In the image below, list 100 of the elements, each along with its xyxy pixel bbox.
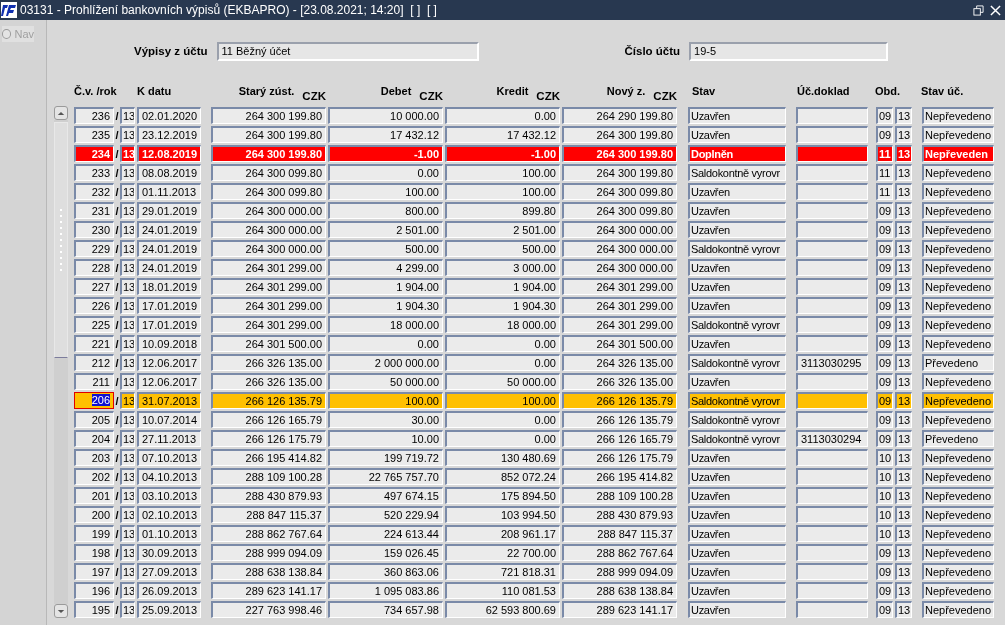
period-field[interactable]: 09 [876, 278, 893, 295]
credit-field[interactable]: 62 593 800.69 [445, 601, 560, 618]
date-field[interactable]: 27.09.2013 [137, 563, 201, 580]
date-field[interactable]: 07.10.2013 [137, 449, 201, 466]
debit-field[interactable]: 520 229.94 [328, 506, 443, 523]
year-field[interactable]: 13 [120, 544, 135, 561]
year-field[interactable]: 13 [120, 259, 135, 276]
posting-status-field[interactable]: Převedeno [922, 430, 994, 447]
year-field[interactable]: 13 [120, 373, 135, 390]
document-field[interactable] [796, 316, 868, 333]
period-field[interactable]: 09 [876, 392, 893, 409]
debit-field[interactable]: 30.00 [328, 411, 443, 428]
posting-status-field[interactable]: Převedeno [922, 354, 994, 371]
year-field[interactable]: 13 [120, 468, 135, 485]
old-balance-field[interactable]: 266 195 414.82 [211, 449, 326, 466]
document-field[interactable]: 3113030295 [796, 354, 868, 371]
status-field[interactable]: Uzavřen [688, 335, 786, 352]
record-number-field[interactable]: 200 [74, 506, 114, 523]
new-balance-field[interactable]: 264 300 099.80 [562, 183, 677, 200]
old-balance-field[interactable]: 288 430 879.93 [211, 487, 326, 504]
debit-field[interactable]: 2 000 000.00 [328, 354, 443, 371]
record-number-field[interactable]: 229 [74, 240, 114, 257]
credit-field[interactable]: 1 904.30 [445, 297, 560, 314]
document-field[interactable] [796, 126, 868, 143]
credit-field[interactable]: 17 432.12 [445, 126, 560, 143]
year-field[interactable]: 13 [120, 278, 135, 295]
year-field[interactable]: 13 [120, 354, 135, 371]
credit-field[interactable]: 100.00 [445, 164, 560, 181]
debit-field[interactable]: 1 904.30 [328, 297, 443, 314]
debit-field[interactable]: 734 657.98 [328, 601, 443, 618]
year-field[interactable]: 13 [120, 297, 135, 314]
scroll-up-button[interactable] [54, 106, 68, 120]
debit-field[interactable]: 360 863.06 [328, 563, 443, 580]
new-balance-field[interactable]: 266 126 175.79 [562, 449, 677, 466]
document-field[interactable] [796, 335, 868, 352]
period-field[interactable]: 09 [876, 563, 893, 580]
document-field[interactable] [796, 373, 868, 390]
document-field[interactable] [796, 449, 868, 466]
credit-field[interactable]: 100.00 [445, 183, 560, 200]
debit-field[interactable]: 50 000.00 [328, 373, 443, 390]
new-balance-field[interactable]: 264 290 199.80 [562, 107, 677, 124]
date-field[interactable]: 12.06.2017 [137, 373, 201, 390]
debit-field[interactable]: 224 613.44 [328, 525, 443, 542]
debit-field[interactable]: 100.00 [328, 183, 443, 200]
period-year-field[interactable]: 13 [895, 278, 912, 295]
date-field[interactable]: 30.09.2013 [137, 544, 201, 561]
date-field[interactable]: 27.11.2013 [137, 430, 201, 447]
new-balance-field[interactable]: 264 300 000.00 [562, 259, 677, 276]
document-field[interactable]: 3113030294 [796, 430, 868, 447]
new-balance-field[interactable]: 264 301 299.00 [562, 316, 677, 333]
debit-field[interactable]: 0.00 [328, 164, 443, 181]
record-number-field[interactable]: 226 [74, 297, 114, 314]
new-balance-field[interactable]: 289 623 141.17 [562, 601, 677, 618]
period-year-field[interactable]: 13 [895, 601, 912, 618]
period-year-field[interactable]: 13 [895, 335, 912, 352]
scroll-thumb[interactable] [54, 122, 68, 358]
old-balance-field[interactable]: 264 300 000.00 [211, 221, 326, 238]
period-field[interactable]: 10 [876, 487, 893, 504]
record-number-field[interactable]: 236 [74, 107, 114, 124]
posting-status-field[interactable]: Nepřevedeno [922, 107, 994, 124]
document-field[interactable] [796, 506, 868, 523]
status-field[interactable]: Uzavřen [688, 468, 786, 485]
document-field[interactable] [796, 544, 868, 561]
status-field[interactable]: Saldokontně vyrovr [688, 430, 786, 447]
posting-status-field[interactable]: Nepřevedeno [922, 202, 994, 219]
new-balance-field[interactable]: 264 301 299.00 [562, 297, 677, 314]
posting-status-field[interactable]: Nepřevedeno [922, 411, 994, 428]
year-field[interactable]: 13 [120, 335, 135, 352]
credit-field[interactable]: 175 894.50 [445, 487, 560, 504]
credit-field[interactable]: 22 700.00 [445, 544, 560, 561]
record-number-field[interactable]: 234 [74, 145, 114, 162]
posting-status-field[interactable]: Nepřevedeno [922, 506, 994, 523]
posting-status-field[interactable]: Nepřevedeno [922, 240, 994, 257]
credit-field[interactable]: 0.00 [445, 430, 560, 447]
posting-status-field[interactable]: Nepřevedeno [922, 373, 994, 390]
restore-icon[interactable] [973, 4, 984, 16]
old-balance-field[interactable]: 288 109 100.28 [211, 468, 326, 485]
debit-field[interactable]: 10 000.00 [328, 107, 443, 124]
old-balance-field[interactable]: 289 623 141.17 [211, 582, 326, 599]
record-number-field[interactable]: 204 [74, 430, 114, 447]
record-number-field[interactable]: 202 [74, 468, 114, 485]
status-field[interactable]: Saldokontně vyrovr [688, 411, 786, 428]
record-number-field[interactable]: 205 [74, 411, 114, 428]
status-field[interactable]: Uzavřen [688, 259, 786, 276]
status-field[interactable]: Uzavřen [688, 506, 786, 523]
debit-field[interactable]: 199 719.72 [328, 449, 443, 466]
period-year-field[interactable]: 13 [895, 392, 912, 409]
period-year-field[interactable]: 13 [895, 411, 912, 428]
old-balance-field[interactable]: 264 301 500.00 [211, 335, 326, 352]
posting-status-field[interactable]: Nepřevedeno [922, 259, 994, 276]
period-field[interactable]: 09 [876, 411, 893, 428]
year-field[interactable]: 13 [120, 316, 135, 333]
year-field[interactable]: 13 [120, 126, 135, 143]
period-year-field[interactable]: 13 [895, 183, 912, 200]
period-year-field[interactable]: 13 [895, 202, 912, 219]
status-field[interactable]: Uzavřen [688, 582, 786, 599]
period-field[interactable]: 09 [876, 126, 893, 143]
record-number-field[interactable]: 230 [74, 221, 114, 238]
document-field[interactable] [796, 183, 868, 200]
year-field[interactable]: 13 [120, 183, 135, 200]
